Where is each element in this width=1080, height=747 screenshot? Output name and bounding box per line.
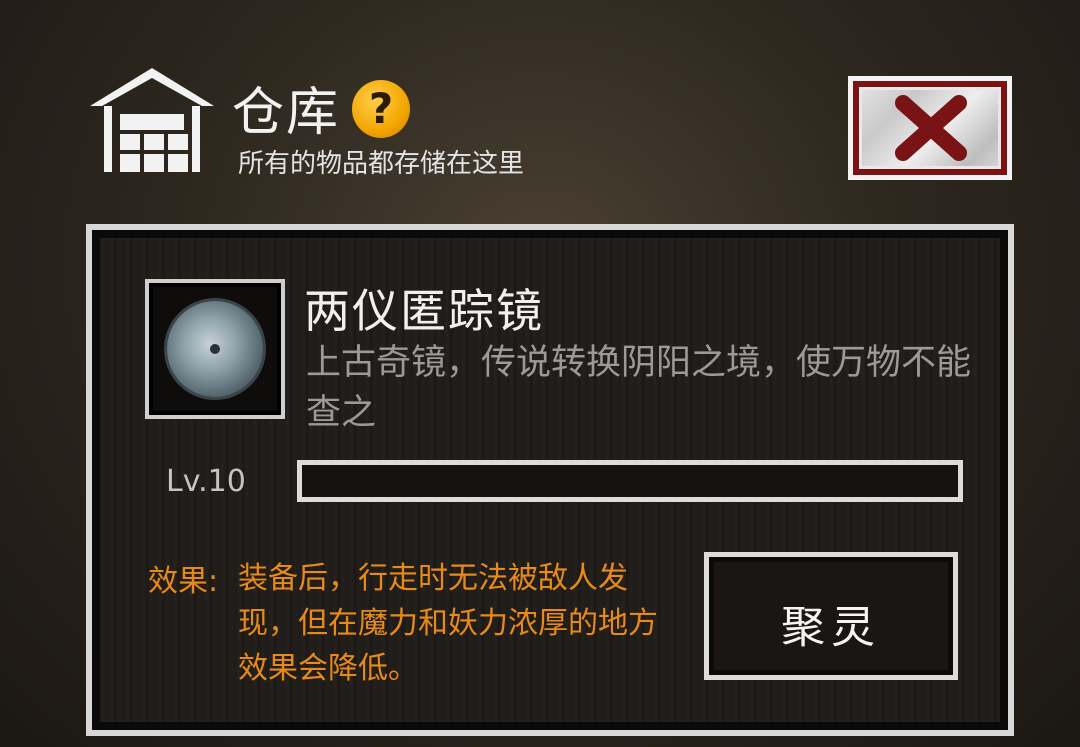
effect-label: 效果: bbox=[148, 564, 219, 599]
effect-text: 装备后，行走时无法被敌人发现，但在魔力和妖力浓厚的地方效果会降低。 bbox=[238, 561, 658, 686]
close-x-icon bbox=[895, 95, 967, 161]
item-level: Lv.10 bbox=[166, 464, 246, 499]
item-icon-frame bbox=[145, 279, 285, 419]
bronze-mirror-icon bbox=[167, 301, 263, 397]
awaken-button[interactable]: 聚灵 bbox=[704, 552, 958, 680]
page-title: 仓库 bbox=[232, 83, 341, 143]
level-progress-bar bbox=[297, 460, 963, 502]
item-name: 两仪匿踪镜 bbox=[304, 284, 544, 338]
item-description: 上古奇镜，传说转换阴阳之境，使万物不能查之 bbox=[306, 343, 972, 433]
awaken-button-label: 聚灵 bbox=[781, 602, 881, 653]
page-subtitle: 所有的物品都存储在这里 bbox=[238, 149, 525, 179]
close-button[interactable] bbox=[848, 76, 1012, 180]
warehouse-icon bbox=[88, 66, 216, 176]
question-mark-icon[interactable]: ? bbox=[352, 80, 410, 138]
